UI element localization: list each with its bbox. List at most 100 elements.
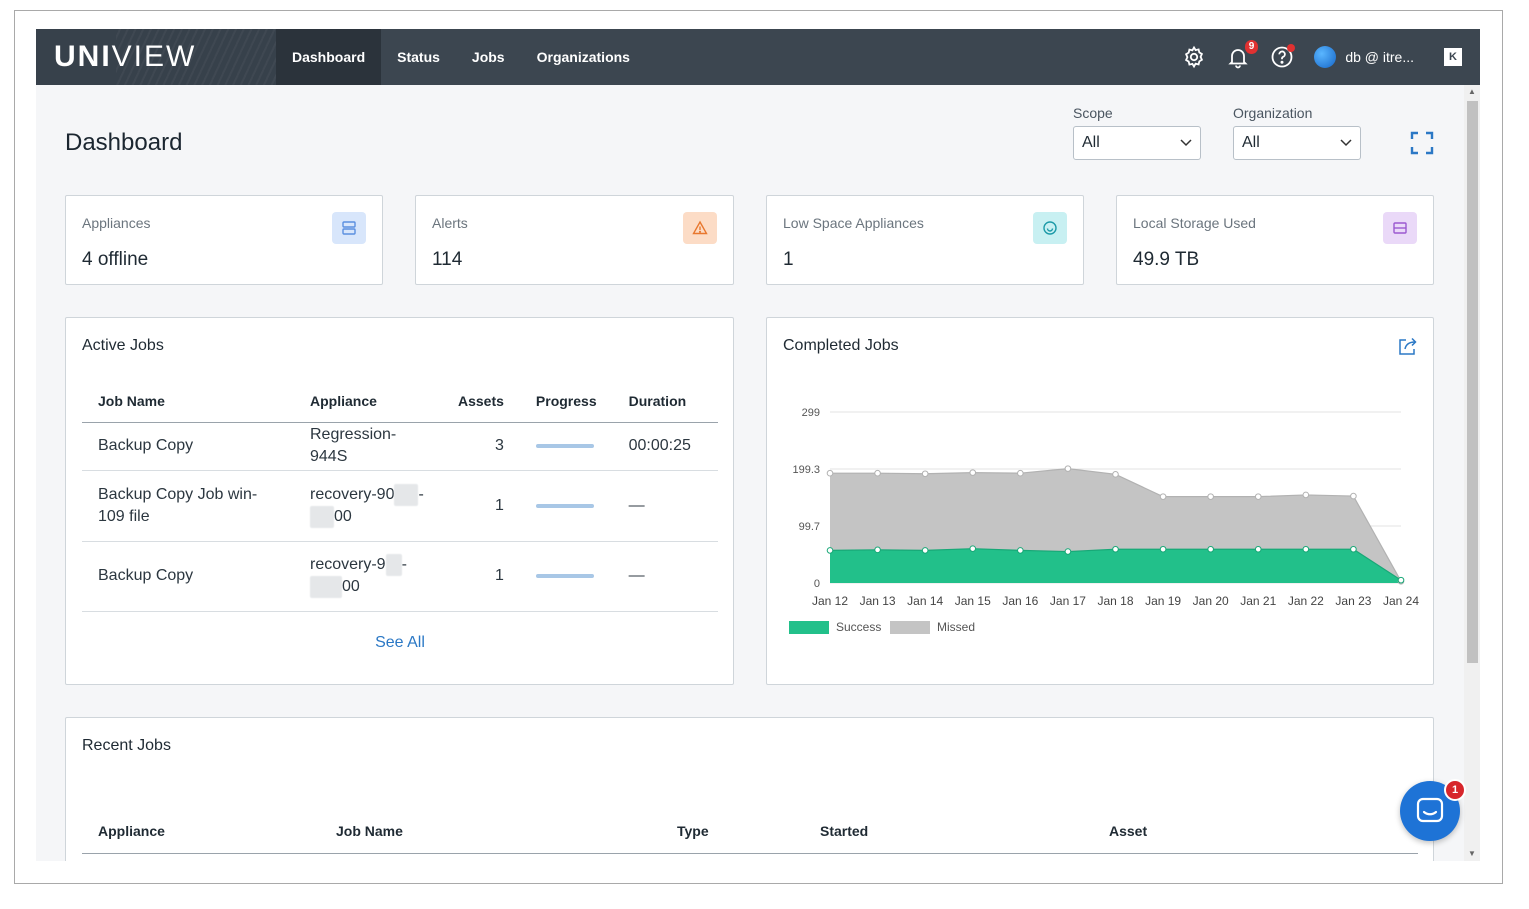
- progress-cell: [519, 541, 613, 612]
- column-started[interactable]: Started: [820, 823, 868, 839]
- progress-cell: [519, 470, 613, 542]
- collapse-button[interactable]: K: [1444, 48, 1462, 66]
- scroll-down-icon[interactable]: ▼: [1464, 847, 1480, 861]
- stat-label: Alerts: [432, 215, 468, 231]
- job-name-cell: Backup Copy: [82, 541, 294, 612]
- missed-point: [874, 469, 881, 477]
- chat-button[interactable]: 1: [1400, 779, 1466, 841]
- avatar: [1314, 46, 1337, 68]
- x-tick-label: Jan 13: [860, 594, 896, 608]
- missed-point: [969, 469, 977, 476]
- table-row[interactable]: Backup Copy recovery-9xx-xxxx00 1 —: [82, 541, 718, 612]
- column-asset[interactable]: Asset: [1109, 823, 1147, 839]
- column-progress[interactable]: Progress: [519, 380, 613, 423]
- scroll-thumb[interactable]: [1467, 101, 1478, 663]
- x-tick-label: Jan 16: [1002, 594, 1038, 608]
- column-type[interactable]: Type: [677, 823, 709, 839]
- scope-label: Scope: [1073, 105, 1113, 121]
- bell-icon[interactable]: 9: [1224, 40, 1259, 71]
- job-name-cell: Backup Copy Job win-109 file: [82, 470, 294, 542]
- organization-filter: Organization All: [1233, 105, 1361, 160]
- column-appliance[interactable]: Appliance: [98, 823, 165, 839]
- nav-tab-status[interactable]: Status: [381, 29, 456, 85]
- user-menu[interactable]: db @ itre...: [1314, 46, 1414, 68]
- stat-card-low-space[interactable]: Low Space Appliances 1: [766, 195, 1084, 285]
- stat-card-alerts[interactable]: Alerts 114: [415, 195, 734, 285]
- x-tick-label: Jan 23: [1335, 594, 1371, 608]
- recent-jobs-table-header: Appliance Job Name Type Started Asset: [82, 814, 1418, 854]
- assets-cell: 1: [442, 470, 520, 542]
- stat-value: 114: [432, 249, 463, 270]
- chat-badge: 1: [1444, 779, 1466, 801]
- uniview-logo[interactable]: UNIVIEW: [54, 40, 196, 74]
- progress-cell: [519, 422, 613, 471]
- organization-value: All: [1242, 134, 1260, 151]
- active-jobs-table: Job Name Appliance Assets Progress Durat…: [82, 380, 718, 612]
- success-point: [874, 546, 881, 554]
- column-duration[interactable]: Duration: [612, 380, 718, 423]
- table-row[interactable]: Backup Copy Job win-109 file recovery-90…: [82, 470, 718, 542]
- column-job-name[interactable]: Job Name: [82, 380, 294, 423]
- stat-card-local-storage[interactable]: Local Storage Used 49.9 TB: [1116, 195, 1434, 285]
- appliance-cell: recovery-9xx-xxxx00: [294, 541, 442, 612]
- page-scrollbar[interactable]: ▲ ▼: [1464, 85, 1480, 861]
- notifications-badge: 9: [1244, 40, 1259, 54]
- legend-label: Success: [836, 620, 881, 634]
- appliance-name-start: recovery-9: [310, 556, 386, 573]
- success-area: [830, 548, 1401, 583]
- appliance-name-end: 00: [334, 507, 352, 525]
- server-icon: [332, 212, 366, 244]
- duration-cell: —: [612, 541, 718, 612]
- success-point: [1017, 547, 1024, 554]
- chevron-down-icon: [1340, 139, 1352, 147]
- progress-bar: [535, 444, 594, 448]
- column-appliance[interactable]: Appliance: [294, 380, 442, 423]
- scope-value: All: [1082, 134, 1100, 151]
- nav-tab-jobs[interactable]: Jobs: [456, 29, 521, 85]
- stat-value: 1: [783, 249, 794, 270]
- help-icon[interactable]: [1268, 43, 1296, 71]
- column-assets[interactable]: Assets: [442, 380, 520, 423]
- appliance-cell: Regression-944S: [294, 422, 442, 471]
- missed-point: [826, 469, 834, 477]
- redacted-text: xxxx: [310, 576, 342, 598]
- app-window: UNIVIEW Dashboard Status Jobs Organizati…: [36, 29, 1480, 861]
- success-point: [826, 547, 834, 554]
- organization-select[interactable]: All: [1233, 126, 1361, 160]
- warning-icon: [683, 212, 717, 244]
- duration-cell: —: [612, 470, 718, 542]
- success-point: [1112, 545, 1119, 553]
- success-point: [1350, 545, 1357, 553]
- stat-card-appliances[interactable]: Appliances 4 offline: [65, 195, 383, 285]
- x-tick-label: Jan 17: [1050, 594, 1086, 608]
- missed-point: [1207, 493, 1214, 500]
- stat-label: Low Space Appliances: [783, 215, 924, 231]
- x-tick-label: Jan 22: [1288, 594, 1324, 608]
- y-tick-label: 0: [814, 578, 820, 590]
- recent-jobs-panel: Recent Jobs Appliance Job Name Type Star…: [65, 717, 1434, 861]
- missed-point: [1017, 469, 1024, 477]
- nav-tab-dashboard[interactable]: Dashboard: [276, 29, 382, 85]
- user-name: db @ itre...: [1345, 49, 1414, 65]
- redacted-text: xxx: [310, 505, 334, 528]
- y-tick-label: 99.7: [799, 521, 820, 533]
- assets-cell: 3: [442, 422, 520, 471]
- progress-bar: [535, 503, 594, 508]
- appliance-name-end: 00: [342, 578, 360, 595]
- scroll-up-icon[interactable]: ▲: [1464, 85, 1480, 99]
- success-point: [969, 545, 977, 552]
- x-tick-label: Jan 15: [955, 594, 991, 608]
- appliance-name-start: recovery-90: [310, 485, 395, 503]
- scope-select[interactable]: All: [1073, 126, 1201, 160]
- success-point: [1159, 545, 1167, 553]
- gear-icon[interactable]: [1180, 43, 1208, 71]
- x-tick-label: Jan 18: [1097, 594, 1133, 608]
- fullscreen-icon[interactable]: [1410, 131, 1434, 155]
- missed-point: [1064, 465, 1072, 472]
- column-job-name[interactable]: Job Name: [336, 823, 403, 839]
- x-tick-label: Jan 24: [1383, 594, 1419, 608]
- success-point: [1207, 545, 1214, 553]
- nav-tab-organizations[interactable]: Organizations: [521, 29, 646, 85]
- table-row[interactable]: Backup Copy Regression-944S 3 00:00:25: [82, 422, 718, 471]
- see-all-link[interactable]: See All: [66, 634, 734, 652]
